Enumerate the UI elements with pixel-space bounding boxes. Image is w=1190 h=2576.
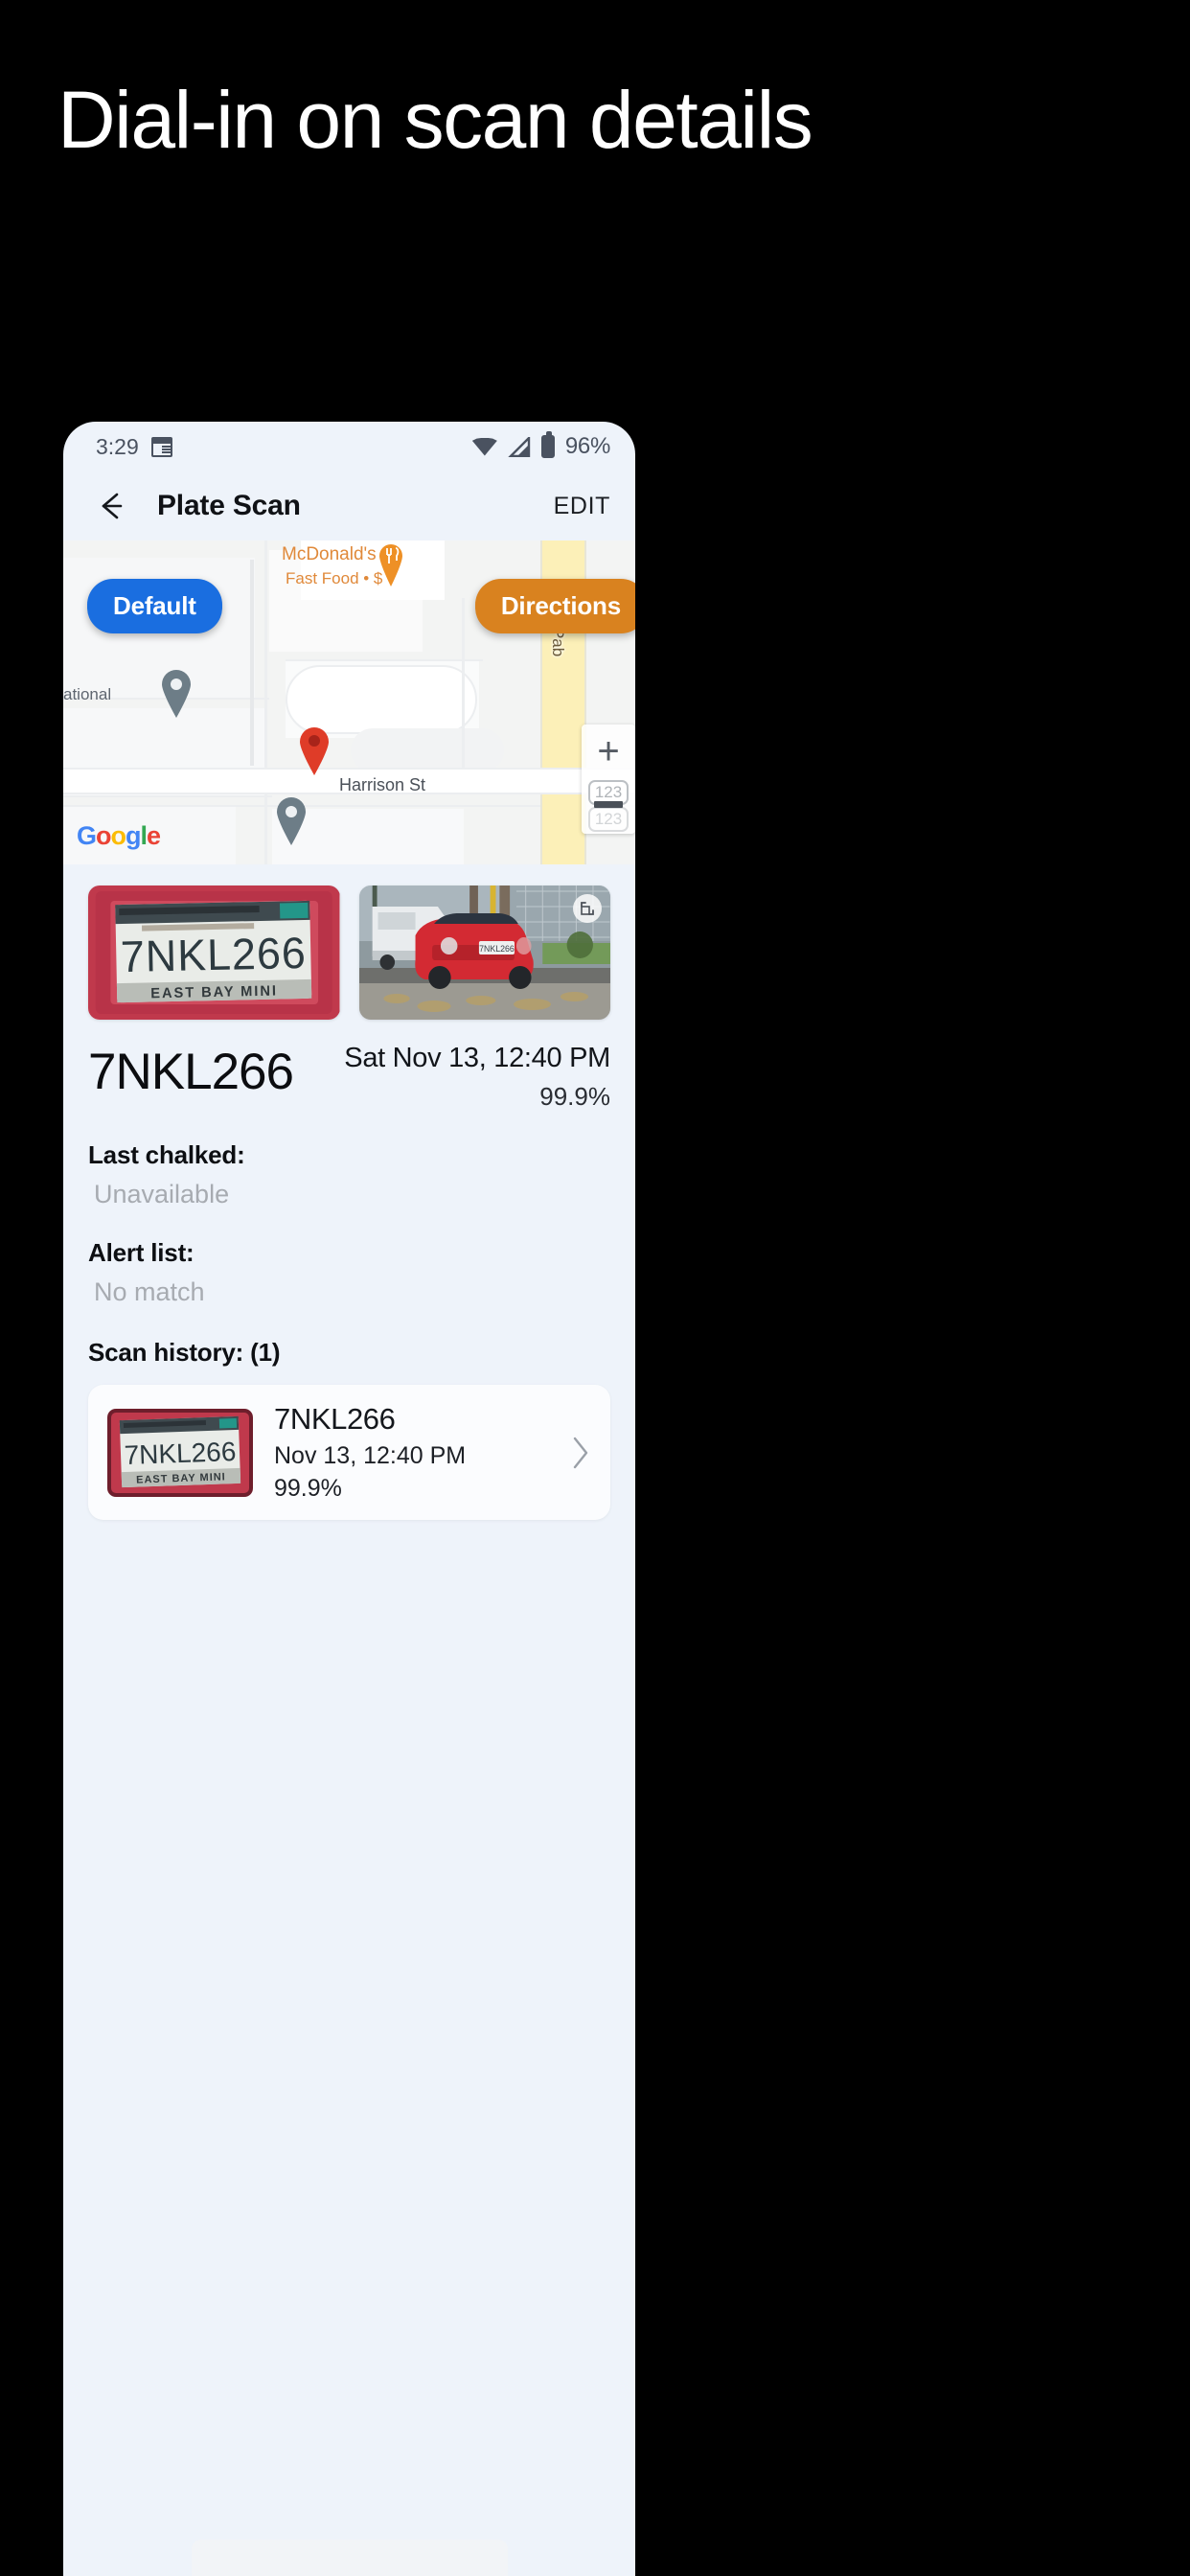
field-alert-list-value: No match	[94, 1277, 205, 1306]
field-alert-list: Alert list: No match	[88, 1238, 610, 1307]
history-plate-number: 7NKL266	[274, 1402, 396, 1436]
history-confidence: 99.9%	[274, 1475, 342, 1502]
map-zoom-in-button[interactable]: +	[582, 724, 635, 778]
chevron-right-icon[interactable]	[570, 1434, 591, 1472]
bottom-sheet-handle	[191, 2540, 508, 2576]
svg-text:7NKL266: 7NKL266	[124, 1436, 237, 1469]
svg-text:7NKL266: 7NKL266	[479, 944, 515, 954]
google-attribution: Google	[77, 821, 161, 851]
field-last-chalked-value: Unavailable	[94, 1180, 230, 1208]
field-last-chalked: Last chalked: Unavailable	[88, 1140, 610, 1209]
scan-summary-row: 7NKL266 Sat Nov 13, 12:40 PM 99.9%	[88, 1043, 610, 1112]
map-poi-name: McDonald's	[282, 544, 377, 564]
map-zoom-out-button[interactable]	[594, 801, 623, 808]
scan-plate-number: 7NKL266	[88, 1044, 294, 1100]
google-letter-g2: g	[126, 821, 141, 850]
scan-detail-body: 7NKL266 EAST BAY MINI 7NKL266 7NKL266 Sa…	[63, 864, 635, 1520]
map-street-label: Harrison St	[339, 775, 426, 794]
scan-timestamp: Sat Nov 13, 12:40 PM	[344, 1043, 610, 1073]
plate-photo-thumbnail[interactable]: 7NKL266 EAST BAY MINI	[88, 886, 340, 1020]
google-letter-g: G	[77, 821, 97, 850]
scan-thumbnails: 7NKL266 EAST BAY MINI 7NKL266	[88, 886, 610, 1020]
map-view[interactable]: McDonald's Fast Food • $ ational Harriso…	[63, 540, 635, 864]
svg-text:EAST BAY MINI: EAST BAY MINI	[150, 983, 278, 1001]
wifi-icon	[471, 437, 497, 456]
history-item-meta: 7NKL266 Nov 13, 12:40 PM 99.9%	[274, 1402, 549, 1503]
page-title: Plate Scan	[157, 490, 301, 521]
route-shield-123-secondary: 123	[588, 807, 629, 832]
status-bar-time: 3:29	[96, 433, 139, 459]
calendar-icon	[150, 436, 172, 457]
map-pin-tertiary	[274, 797, 309, 845]
svg-text:7NKL266: 7NKL266	[120, 928, 307, 981]
map-place-label: ational	[63, 685, 112, 703]
map-poi-subtitle: Fast Food • $	[286, 569, 383, 587]
map-pin-secondary	[159, 670, 194, 718]
status-bar: 3:29 96%	[63, 422, 635, 472]
map-directions-button[interactable]: Directions	[474, 579, 635, 633]
cellular-signal-icon	[508, 436, 531, 457]
scan-history-item[interactable]: 7NKL266 EAST BAY MINI 7NKL266 Nov 13, 12…	[88, 1385, 610, 1520]
battery-icon	[540, 431, 555, 458]
google-letter-o2: o	[110, 821, 126, 850]
map-pin-scan-location	[297, 727, 332, 775]
map-default-button[interactable]: Default	[87, 579, 222, 633]
phone-mockup: 3:29 96% Plate Scan EDIT McDonald's Fast…	[63, 422, 635, 2576]
restaurant-pin-icon	[378, 542, 404, 586]
back-arrow-icon[interactable]	[92, 487, 130, 525]
map-zoom-controls[interactable]: + 123 123	[582, 724, 635, 834]
vehicle-photo-thumbnail[interactable]: 7NKL266	[358, 886, 610, 1020]
scan-confidence: 99.9%	[539, 1082, 610, 1111]
google-letter-e: e	[147, 821, 161, 850]
app-bar: Plate Scan EDIT	[63, 472, 635, 540]
google-letter-o1: o	[96, 821, 111, 850]
promo-headline: Dial-in on scan details	[57, 75, 813, 165]
scan-meta: Sat Nov 13, 12:40 PM 99.9%	[344, 1043, 610, 1112]
history-timestamp: Nov 13, 12:40 PM	[274, 1442, 467, 1469]
edit-button[interactable]: EDIT	[554, 493, 610, 520]
history-plate-thumbnail: 7NKL266 EAST BAY MINI	[107, 1408, 253, 1497]
scan-history-label: Scan history: (1)	[88, 1338, 281, 1367]
fullscreen-icon[interactable]	[573, 894, 602, 923]
field-alert-list-label: Alert list:	[88, 1238, 195, 1267]
field-last-chalked-label: Last chalked:	[88, 1140, 245, 1169]
battery-percent: 96%	[564, 433, 610, 459]
